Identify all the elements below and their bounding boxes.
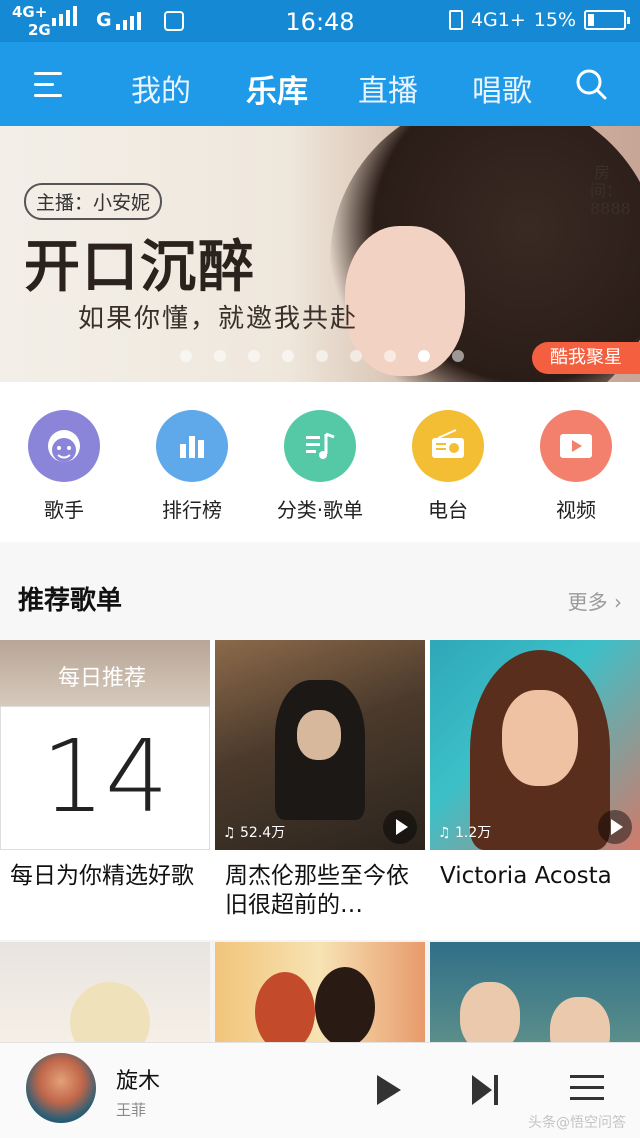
- next-track-icon[interactable]: [472, 1075, 502, 1105]
- banner-badge[interactable]: 酷我聚星: [532, 342, 640, 374]
- playlist-name: 每日为你精选好歌: [10, 863, 194, 889]
- app-root: { "status_bar": { "signal_1": "4G+", "si…: [0, 0, 640, 1138]
- play-count-value: 52.4万: [240, 825, 286, 841]
- playlist-cover: ♫ 52.4万: [215, 640, 425, 850]
- tab-live[interactable]: 直播: [358, 66, 418, 110]
- tab-mine[interactable]: 我的: [131, 66, 191, 110]
- cover-figure: [315, 967, 375, 1042]
- headphones-icon: ♫: [223, 825, 236, 841]
- banner-pagination: [180, 350, 464, 362]
- category-radio[interactable]: 电台: [384, 410, 512, 523]
- category-label: 排行榜: [162, 498, 222, 522]
- radio-icon: [412, 410, 484, 482]
- play-button[interactable]: [383, 810, 417, 844]
- category-label: 视频: [556, 498, 596, 522]
- section-title: 推荐歌单: [18, 586, 123, 616]
- banner-subtitle: 如果你懂，就邀我共赴: [78, 304, 359, 334]
- cover-figure: [255, 972, 315, 1042]
- playlist-cover: 每日推荐 14: [0, 640, 210, 850]
- cover-face: [460, 982, 520, 1042]
- song-title: 旋木: [116, 1069, 161, 1094]
- play-count-value: 1.2万: [455, 825, 492, 841]
- category-playlist[interactable]: 分类·歌单: [256, 410, 384, 523]
- category-label: 电台: [428, 498, 468, 522]
- chevron-right-icon: ›: [614, 590, 622, 614]
- tab-library[interactable]: 乐库: [246, 66, 308, 111]
- song-artist: 王菲: [116, 1101, 147, 1119]
- more-link[interactable]: 更多 ›: [568, 586, 622, 615]
- recommended-header: 推荐歌单 更多 ›: [0, 542, 640, 640]
- banner-room: 房间：8888: [590, 163, 631, 218]
- playlist-card-5[interactable]: [215, 942, 425, 1042]
- playlist-cover: ♫ 1.2万: [430, 640, 640, 850]
- top-navigation: 我的 乐库 直播 唱歌: [0, 42, 640, 126]
- menu-icon[interactable]: [28, 64, 68, 104]
- daily-date: 14: [0, 706, 210, 850]
- banner-title: 开口沉醉: [24, 235, 256, 300]
- playlist-grid: 每日推荐 14 每日为你精选好歌 ♫ 52.4万 周杰伦那些至今依旧很超前的… …: [0, 640, 640, 940]
- cover-face: [502, 690, 578, 786]
- playlist-grid-row2: [0, 942, 640, 1042]
- vibrate-icon: [448, 10, 463, 30]
- playlist-name: 周杰伦那些至今依旧很超前的…: [225, 863, 409, 918]
- singer-icon: [28, 410, 100, 482]
- playlist-card-victoria[interactable]: ♫ 1.2万 Victoria Acosta: [430, 640, 640, 940]
- category-label: 分类·歌单: [276, 498, 364, 522]
- cover-face: [550, 997, 610, 1042]
- play-icon[interactable]: [377, 1075, 401, 1105]
- playlist-card-4[interactable]: [0, 942, 210, 1042]
- status-bar: 4G+ 2G G 16:48 4G1+ 15%: [0, 0, 640, 42]
- tab-sing[interactable]: 唱歌: [472, 66, 532, 110]
- video-icon: [540, 410, 612, 482]
- category-video[interactable]: 视频: [512, 410, 640, 523]
- cover-face: [297, 710, 341, 760]
- daily-badge: 每日推荐: [58, 666, 147, 691]
- cover-figure: [70, 982, 150, 1042]
- chart-icon: [156, 410, 228, 482]
- category-chart[interactable]: 排行榜: [128, 410, 256, 523]
- category-row: 歌手 排行榜 分类·歌单 电台 视频: [0, 382, 640, 542]
- network-label: 4G1+: [470, 9, 526, 31]
- more-label: 更多: [567, 590, 608, 614]
- play-count: ♫ 52.4万: [223, 822, 285, 842]
- playlist-name: Victoria Acosta: [440, 863, 612, 889]
- search-icon[interactable]: [574, 67, 608, 101]
- battery-icon: [584, 10, 630, 30]
- playlist-queue-icon[interactable]: [570, 1073, 604, 1103]
- daily-header: 每日推荐: [0, 640, 210, 706]
- playlist-icon: [284, 410, 356, 482]
- album-art[interactable]: [26, 1053, 96, 1123]
- playlist-card-6[interactable]: [430, 942, 640, 1042]
- banner-host: 主播：小安妮: [24, 183, 163, 220]
- watermark: 头条@悟空问答: [528, 1115, 626, 1131]
- playlist-card-jay[interactable]: ♫ 52.4万 周杰伦那些至今依旧很超前的…: [215, 640, 425, 940]
- battery-label: 15%: [533, 9, 576, 31]
- play-button[interactable]: [598, 810, 632, 844]
- category-singer[interactable]: 歌手: [0, 410, 128, 523]
- play-count: ♫ 1.2万: [438, 822, 491, 842]
- category-label: 歌手: [44, 498, 84, 522]
- status-right: 4G1+ 15%: [448, 9, 630, 31]
- headphones-icon: ♫: [438, 825, 451, 841]
- playlist-card-daily[interactable]: 每日推荐 14 每日为你精选好歌: [0, 640, 210, 940]
- mini-player[interactable]: 旋木 王菲 头条@悟空问答: [0, 1042, 640, 1138]
- hero-banner[interactable]: 主播：小安妮 开口沉醉 如果你懂，就邀我共赴 房间：8888 酷我聚星: [0, 126, 640, 382]
